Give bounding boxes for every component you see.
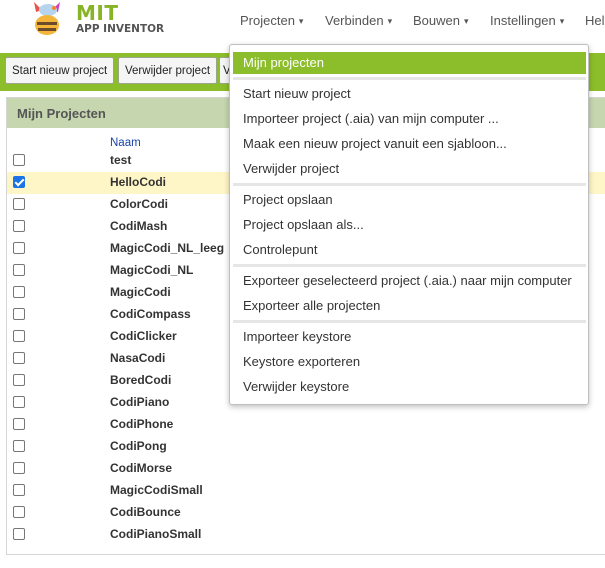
nav-label: Verbinden xyxy=(325,13,384,28)
chevron-down-icon: ▾ xyxy=(559,16,565,26)
menu-separator xyxy=(233,183,586,186)
row-checkbox[interactable] xyxy=(13,198,25,210)
project-name[interactable]: BoredCodi xyxy=(110,373,171,387)
delete-project-button[interactable]: Verwijder project xyxy=(118,57,218,84)
project-name[interactable]: MagicCodi_NL_leeg xyxy=(110,241,224,255)
row-checkbox[interactable] xyxy=(13,308,25,320)
project-name[interactable]: test xyxy=(110,153,131,167)
nav-verbinden[interactable]: Verbinden ▾ xyxy=(325,13,392,28)
row-checkbox[interactable] xyxy=(13,418,25,430)
menu-item[interactable]: Project opslaan xyxy=(230,189,588,211)
row-checkbox[interactable] xyxy=(13,506,25,518)
project-name[interactable]: CodiClicker xyxy=(110,329,177,343)
menu-item[interactable]: Exporteer geselecteerd project (.aia.) n… xyxy=(230,270,588,292)
start-new-project-button[interactable]: Start nieuw project xyxy=(5,57,115,84)
row-checkbox[interactable] xyxy=(13,462,25,474)
row-checkbox[interactable] xyxy=(13,154,25,166)
column-header-name[interactable]: Naam xyxy=(110,137,141,149)
top-navigation-bar: MIT APP INVENTOR Projecten ▾ Verbinden ▾ B… xyxy=(0,0,605,46)
projects-dropdown-menu: Mijn projecten Start nieuw project Importe… xyxy=(229,44,589,405)
nav-label: Instellingen xyxy=(490,13,556,28)
nav-label: Bouwen xyxy=(413,13,460,28)
project-name[interactable]: MagicCodiSmall xyxy=(110,483,203,497)
row-checkbox[interactable] xyxy=(13,484,25,496)
project-name[interactable]: MagicCodi_NL xyxy=(110,263,193,277)
row-checkbox[interactable] xyxy=(13,352,25,364)
row-checkbox[interactable] xyxy=(13,440,25,452)
project-name[interactable]: MagicCodi xyxy=(110,285,171,299)
menu-item[interactable]: Verwijder project xyxy=(230,158,588,180)
menu-item[interactable]: Exporteer alle projecten xyxy=(230,295,588,317)
menu-separator xyxy=(233,264,586,267)
chevron-down-icon: ▾ xyxy=(298,16,304,26)
row-checkbox[interactable] xyxy=(13,264,25,276)
nav-instellingen[interactable]: Instellingen ▾ xyxy=(490,13,564,28)
project-name[interactable]: CodiCompass xyxy=(110,307,191,321)
menu-separator xyxy=(233,77,586,80)
project-name[interactable]: ColorCodi xyxy=(110,197,168,211)
project-name[interactable]: CodiPiano xyxy=(110,395,169,409)
project-name[interactable]: CodiPhone xyxy=(110,417,173,431)
table-row[interactable]: CodiPhone xyxy=(7,414,605,436)
nav-bouwen[interactable]: Bouwen ▾ xyxy=(413,13,469,28)
menu-item[interactable]: Project opslaan als... xyxy=(230,214,588,236)
menu-item[interactable]: Start nieuw project xyxy=(230,83,588,105)
row-checkbox[interactable] xyxy=(13,396,25,408)
table-row[interactable]: MagicCodiSmall xyxy=(7,480,605,502)
row-checkbox[interactable] xyxy=(13,242,25,254)
bee-logo-icon xyxy=(34,2,60,35)
table-row[interactable]: CodiBounce xyxy=(7,502,605,524)
project-name[interactable]: HelloCodi xyxy=(110,175,166,189)
nav-label: Help xyxy=(585,13,605,28)
menu-item[interactable]: Keystore exporteren xyxy=(230,351,588,373)
menu-item[interactable]: Verwijder keystore xyxy=(230,376,588,398)
row-checkbox[interactable] xyxy=(13,176,25,188)
menu-item[interactable]: Controlepunt xyxy=(230,239,588,261)
table-row[interactable]: CodiMorse xyxy=(7,458,605,480)
row-checkbox[interactable] xyxy=(13,374,25,386)
nav-label: Projecten xyxy=(240,13,295,28)
project-name[interactable]: CodiPianoSmall xyxy=(110,527,201,541)
panel-title: Mijn Projecten xyxy=(17,106,106,121)
project-name[interactable]: CodiMash xyxy=(110,219,167,233)
logo-subtitle: APP INVENTOR xyxy=(76,23,165,35)
project-name[interactable]: CodiBounce xyxy=(110,505,181,519)
project-name[interactable]: CodiMorse xyxy=(110,461,172,475)
menu-item[interactable]: Mijn projecten xyxy=(233,52,586,74)
table-row[interactable]: CodiPong xyxy=(7,436,605,458)
nav-help[interactable]: Help xyxy=(585,13,605,28)
project-name[interactable]: CodiPong xyxy=(110,439,167,453)
logo-mit-text: MIT xyxy=(76,1,119,25)
row-checkbox[interactable] xyxy=(13,330,25,342)
menu-item[interactable]: Importeer project (.aia) van mijn comput… xyxy=(230,108,588,130)
table-row[interactable]: CodiPianoSmall xyxy=(7,524,605,546)
nav-projecten[interactable]: Projecten ▾ xyxy=(240,13,303,28)
app-inventor-logo[interactable]: MIT APP INVENTOR xyxy=(30,0,164,40)
menu-item[interactable]: Maak een nieuw project vanuit een sjablo… xyxy=(230,133,588,155)
row-checkbox[interactable] xyxy=(13,286,25,298)
project-name[interactable]: NasaCodi xyxy=(110,351,165,365)
row-checkbox[interactable] xyxy=(13,528,25,540)
row-checkbox[interactable] xyxy=(13,220,25,232)
chevron-down-icon: ▾ xyxy=(387,16,393,26)
chevron-down-icon: ▾ xyxy=(463,16,469,26)
menu-separator xyxy=(233,320,586,323)
menu-item[interactable]: Importeer keystore xyxy=(230,326,588,348)
